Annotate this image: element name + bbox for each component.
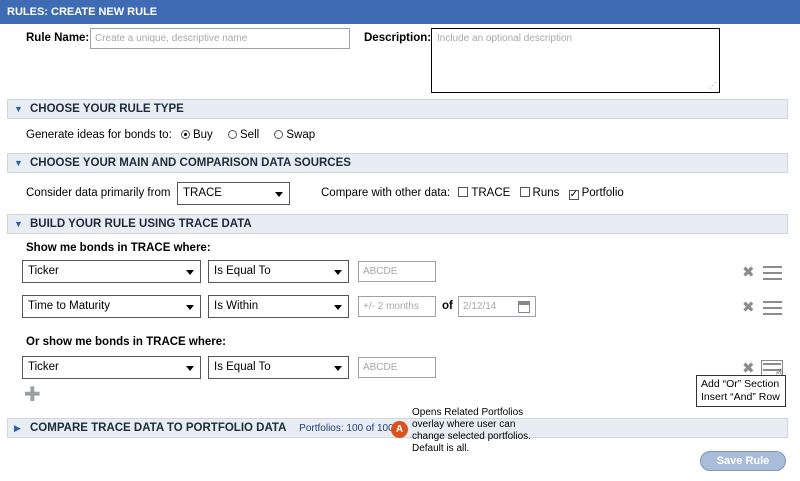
- section-rule-type[interactable]: ▼ CHOOSE YOUR RULE TYPE: [7, 99, 788, 119]
- chevron-down-icon: [186, 305, 194, 310]
- chevron-down-icon: [186, 270, 194, 275]
- row1-operator-select[interactable]: Is Equal To: [208, 260, 349, 283]
- tooltip-line-or: Add “Or” Section: [701, 378, 780, 390]
- chevron-down-icon: [275, 192, 283, 197]
- page-title: RULES: CREATE NEW RULE: [0, 0, 800, 24]
- section-compare-title: COMPARE TRACE DATA TO PORTFOLIO DATA: [30, 422, 286, 434]
- row1-field-select[interactable]: Ticker: [22, 260, 201, 283]
- checkbox-portfolio[interactable]: ✓: [568, 190, 579, 200]
- row2-operator-select[interactable]: Is Within: [208, 295, 349, 318]
- add-icon[interactable]: ✚: [24, 385, 41, 405]
- description-placeholder: Include an optional description: [437, 33, 573, 44]
- rule-type-prompt: Generate ideas for bonds to:: [26, 129, 172, 141]
- rule-name-input[interactable]: Create a unique, descriptive name: [90, 28, 350, 49]
- chevron-down-icon: [334, 270, 342, 275]
- chevron-down-icon: ▼: [14, 158, 23, 168]
- remove-icon[interactable]: ✖: [742, 361, 755, 376]
- group2-label: Or show me bonds in TRACE where:: [26, 336, 226, 348]
- chevron-down-icon: ▼: [14, 219, 23, 229]
- menu-tooltip: Add “Or” Section Insert “And” Row: [696, 375, 786, 407]
- primary-source-label: Consider data primarily from: [26, 187, 171, 199]
- primary-source-select[interactable]: TRACE: [177, 182, 290, 205]
- checkbox-runs-label: Runs: [532, 187, 560, 199]
- row3-field-select[interactable]: Ticker: [22, 356, 201, 379]
- row2-of-label: of: [442, 300, 453, 312]
- row2-operator-value: Is Within: [214, 300, 259, 312]
- annotation-line: overlay where user can: [412, 419, 516, 430]
- rule-name-label: Rule Name:: [26, 32, 90, 44]
- chevron-right-icon: ▶: [14, 423, 21, 433]
- remove-icon[interactable]: ✖: [742, 265, 755, 280]
- checkbox-runs[interactable]: [519, 187, 530, 197]
- row3-operator-select[interactable]: Is Equal To: [208, 356, 349, 379]
- section-data-sources-title: CHOOSE YOUR MAIN AND COMPARISON DATA SOU…: [30, 157, 351, 169]
- resize-grip-icon[interactable]: ⋰: [709, 81, 717, 90]
- row3-operator-value: Is Equal To: [214, 361, 271, 373]
- compare-sources-row: Compare with other data: TRACE Runs ✓ Por…: [321, 187, 624, 200]
- row3-value-input[interactable]: ABCDE: [358, 357, 436, 378]
- rule-type-row: Generate ideas for bonds to: Buy Sell Sw…: [26, 129, 315, 141]
- row1-operator-value: Is Equal To: [214, 265, 271, 277]
- row2-field-select[interactable]: Time to Maturity: [22, 295, 201, 318]
- group1-label: Show me bonds in TRACE where:: [26, 242, 211, 254]
- tooltip-line-and: Insert “And” Row: [701, 391, 780, 403]
- row1-value-input[interactable]: ABCDE: [358, 261, 436, 282]
- section-build-rule-title: BUILD YOUR RULE USING TRACE DATA: [30, 218, 252, 230]
- remove-icon[interactable]: ✖: [742, 300, 755, 315]
- description-textarea[interactable]: Include an optional description ⋰: [431, 28, 720, 93]
- chevron-down-icon: [334, 305, 342, 310]
- portfolios-link[interactable]: Portfolios: 100 of 100: [299, 423, 394, 434]
- annotation-badge: A: [391, 421, 408, 438]
- chevron-down-icon: ▼: [14, 104, 23, 114]
- radio-buy-label: Buy: [192, 129, 213, 141]
- section-build-rule[interactable]: ▼ BUILD YOUR RULE USING TRACE DATA: [7, 214, 788, 234]
- section-rule-type-title: CHOOSE YOUR RULE TYPE: [30, 103, 184, 115]
- checkbox-portfolio-label: Portfolio: [581, 187, 624, 199]
- compare-sources-label: Compare with other data:: [321, 187, 451, 199]
- annotation-note: Opens Related Portfolios overlay where u…: [412, 407, 531, 455]
- menu-icon[interactable]: [763, 266, 782, 280]
- row2-field-value: Time to Maturity: [28, 300, 111, 312]
- chevron-down-icon: [334, 366, 342, 371]
- radio-swap[interactable]: [274, 130, 284, 139]
- annotation-line: Default is all.: [412, 443, 470, 454]
- section-data-sources[interactable]: ▼ CHOOSE YOUR MAIN AND COMPARISON DATA SO…: [7, 153, 788, 173]
- radio-sell-label: Sell: [240, 129, 260, 141]
- checkbox-trace-label: TRACE: [471, 187, 511, 199]
- row1-field-value: Ticker: [28, 265, 59, 277]
- checkbox-trace[interactable]: [458, 187, 469, 197]
- calendar-icon[interactable]: [518, 301, 530, 313]
- description-label: Description:: [364, 32, 432, 44]
- menu-icon[interactable]: [763, 301, 782, 315]
- save-rule-button[interactable]: Save Rule: [700, 451, 786, 471]
- radio-swap-label: Swap: [286, 129, 316, 141]
- annotation-line: change selected portfolios.: [412, 431, 531, 442]
- primary-source-value: TRACE: [183, 187, 222, 199]
- radio-sell[interactable]: [228, 130, 237, 139]
- radio-buy[interactable]: [180, 130, 190, 139]
- row3-field-value: Ticker: [28, 361, 59, 373]
- row2-date-placeholder: 2/12/14: [463, 301, 497, 312]
- chevron-down-icon: [186, 366, 194, 371]
- annotation-line: Opens Related Portfolios: [412, 407, 524, 418]
- row2-value-input[interactable]: +/- 2 months: [358, 296, 436, 317]
